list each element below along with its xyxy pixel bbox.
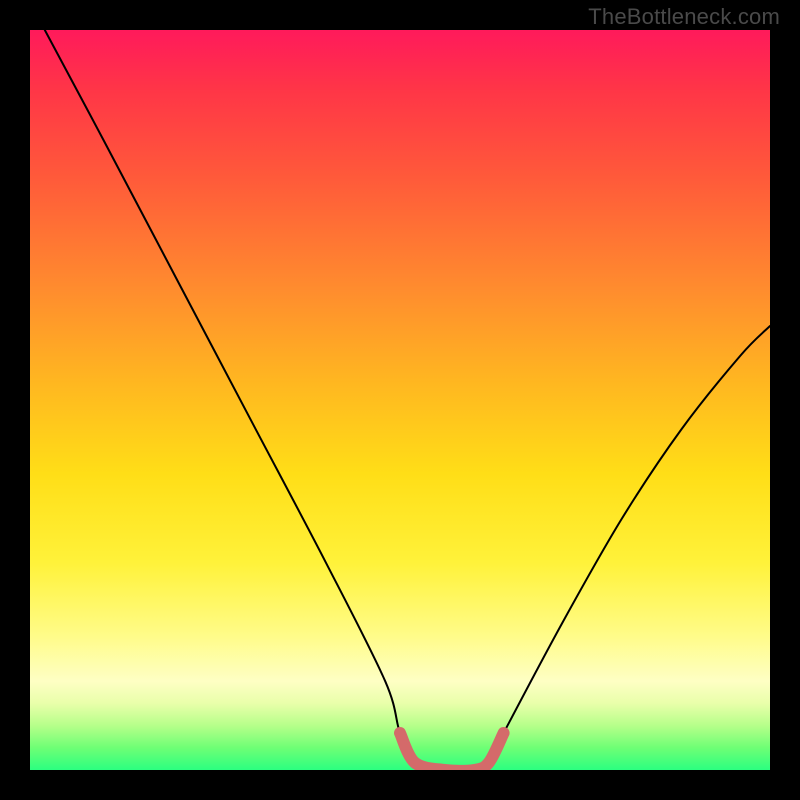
chart-svg: [30, 30, 770, 770]
plot-area: [30, 30, 770, 770]
curve-line: [45, 30, 770, 770]
watermark-text: TheBottleneck.com: [588, 4, 780, 30]
flat-bottom-highlight: [400, 733, 504, 770]
